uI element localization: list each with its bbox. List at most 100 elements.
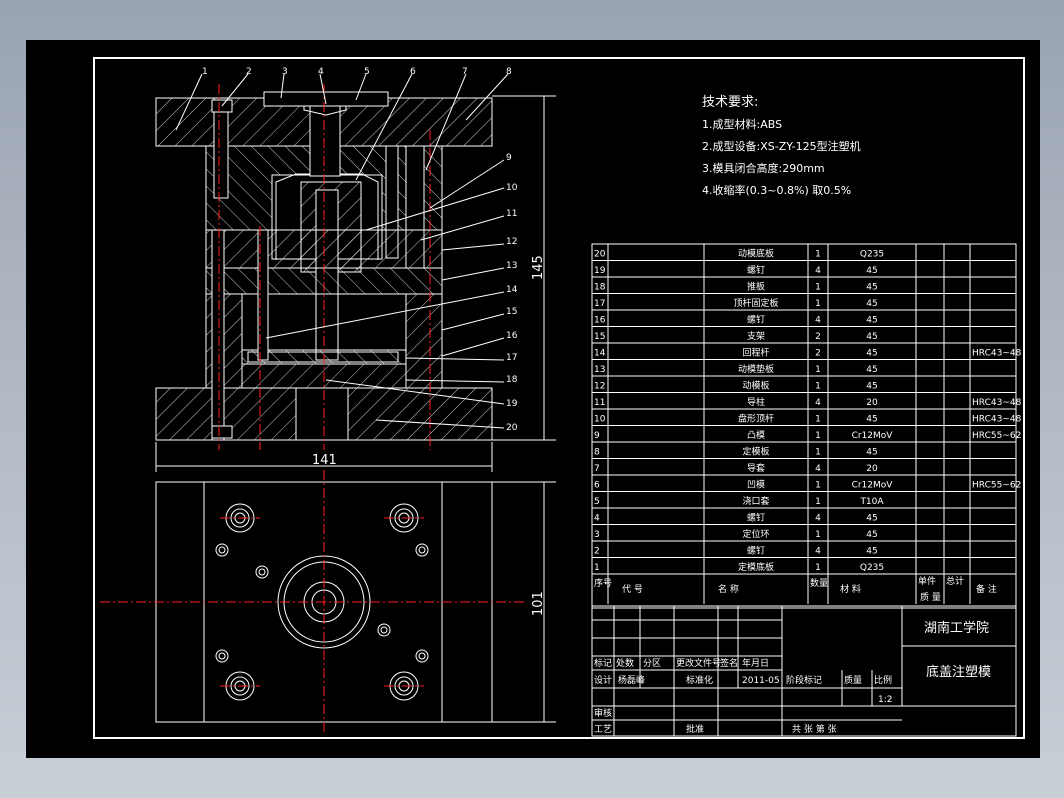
- tb-date: 2011-05: [742, 676, 780, 686]
- bom-row: 1 定模底板 1 Q235: [594, 561, 884, 573]
- callout-13: 13: [506, 261, 517, 271]
- bom-header-unit-weight: 单件: [918, 575, 936, 587]
- bom-cell-name: 螺钉: [747, 315, 765, 326]
- bom-cell-qty: 2: [815, 349, 821, 359]
- bom-cell-qty: 1: [815, 250, 821, 260]
- bom-cell-note: HRC43~48: [972, 349, 1022, 359]
- bom-cell-qty: 1: [815, 448, 821, 458]
- bom-cell-no: 14: [594, 349, 606, 359]
- bom-table: 20 动模底板 1 Q23519 螺钉 4 4518 推板 1 4517 顶杆固定板 1 4516 螺钉 4…: [591, 243, 1022, 609]
- callout-11: 11: [506, 209, 517, 219]
- bom-cell-no: 18: [594, 283, 606, 293]
- bom-cell-name: 支架: [747, 330, 765, 342]
- bom-cell-material: Cr12MoV: [852, 481, 894, 491]
- bom-cell-no: 13: [594, 365, 605, 375]
- tb-stage-mark: 阶段标记: [786, 674, 822, 686]
- bom-cell-no: 7: [594, 464, 600, 474]
- bom-row: 20 动模底板 1 Q235: [594, 248, 884, 260]
- bom-cell-no: 8: [594, 448, 600, 458]
- bom-cell-no: 17: [594, 299, 605, 309]
- bom-cell-no: 4: [594, 514, 600, 524]
- tb-date-label: 年月日: [742, 657, 769, 669]
- tech-requirements: 技术要求: 1.成型材料:ABS 2.成型设备:XS-ZY-125型注塑机 3.…: [702, 95, 861, 197]
- callout-3: 3: [282, 67, 288, 77]
- bom-row: 15 支架 2 45: [594, 330, 878, 342]
- bom-cell-qty: 1: [815, 563, 821, 573]
- bom-cell-material: 45: [866, 316, 877, 326]
- bom-cell-qty: 1: [815, 382, 821, 392]
- callout-16: 16: [506, 331, 518, 341]
- bom-header-no: 序号: [594, 577, 612, 589]
- bom-cell-qty: 2: [815, 332, 821, 342]
- bom-row: 4 螺钉 4 45: [594, 513, 878, 524]
- bom-cell-name: 盘形顶杆: [738, 413, 774, 425]
- tb-sheets: 共 张 第 张: [792, 723, 837, 735]
- bom-cell-material: Q235: [860, 250, 884, 260]
- callout-17: 17: [506, 353, 517, 363]
- plan-height-dimension: 101: [531, 591, 546, 616]
- bom-cell-no: 2: [594, 547, 600, 557]
- plan-view: [100, 470, 526, 734]
- tb-design: 设计: [594, 674, 612, 686]
- bom-cell-note: HRC55~62: [972, 431, 1021, 441]
- bom-cell-qty: 4: [815, 398, 821, 408]
- bom-cell-name: 回程杆: [742, 347, 769, 359]
- tb-approve: 批准: [686, 723, 704, 735]
- bom-row: 13 动模垫板 1 45: [594, 363, 878, 375]
- bom-cell-no: 3: [594, 530, 600, 540]
- bom-cell-name: 顶杆固定板: [733, 297, 778, 309]
- bom-cell-no: 1: [594, 563, 600, 573]
- bom-cell-no: 15: [594, 332, 605, 342]
- bom-cell-material: 45: [866, 365, 877, 375]
- bom-cell-material: 45: [866, 382, 877, 392]
- bom-cell-qty: 1: [815, 415, 821, 425]
- bom-cell-qty: 4: [815, 547, 821, 557]
- bom-cell-note: HRC55~62: [972, 481, 1021, 491]
- bom-header-qty: 数量: [810, 577, 828, 589]
- bom-cell-qty: 1: [815, 283, 821, 293]
- bom-header-weight: 质 量: [920, 591, 941, 603]
- bom-row: 17 顶杆固定板 1 45: [594, 297, 878, 309]
- tb-count: 处数: [616, 657, 634, 669]
- bom-cell-qty: 4: [815, 464, 821, 474]
- bom-cell-name: 凸模: [747, 430, 765, 441]
- cad-viewport[interactable]: 1 2 3 4 5 6 7 8 9 10 11 12 13 14 15 16 1…: [26, 40, 1040, 758]
- bom-cell-material: 45: [866, 266, 877, 276]
- tb-zone: 分区: [643, 658, 661, 669]
- bom-cell-name: 动模垫板: [738, 363, 774, 375]
- bom-row: 2 螺钉 4 45: [594, 546, 878, 557]
- callout-8: 8: [506, 67, 512, 77]
- bom-row: 7 导套 4 20: [594, 462, 878, 474]
- bom-row: 16 螺钉 4 45: [594, 315, 878, 326]
- bom-cell-name: 螺钉: [747, 546, 765, 557]
- bom-cell-qty: 1: [815, 431, 821, 441]
- school-name: 湖南工学院: [924, 620, 989, 636]
- bom-cell-material: 45: [866, 349, 877, 359]
- bom-cell-name: 定模板: [742, 446, 769, 458]
- tb-review: 审核: [594, 707, 612, 719]
- tb-scale: 1:2: [878, 695, 892, 705]
- bom-row: 12 动模板 1 45: [594, 380, 878, 392]
- bom-row: 18 推板 1 45: [594, 281, 878, 293]
- bom-cell-material: 45: [866, 299, 877, 309]
- bom-header-total-weight: 总计: [946, 575, 964, 587]
- bom-cell-qty: 4: [815, 316, 821, 326]
- bom-cell-name: 浇口套: [742, 495, 769, 507]
- bom-cell-material: 45: [866, 283, 877, 293]
- bom-cell-material: 20: [866, 464, 878, 474]
- bom-cell-material: 45: [866, 530, 877, 540]
- bom-cell-no: 10: [594, 415, 606, 425]
- bom-cell-material: 45: [866, 547, 877, 557]
- bom-cell-qty: 1: [815, 481, 821, 491]
- drawing-canvas: 1 2 3 4 5 6 7 8 9 10 11 12 13 14 15 16 1…: [93, 57, 1025, 739]
- bom-cell-no: 16: [594, 316, 606, 326]
- bom-cell-name: 凹模: [747, 480, 765, 491]
- tech-item-3: 3.模具闭合高度:290mm: [702, 161, 825, 175]
- bom-cell-material: Cr12MoV: [852, 431, 894, 441]
- bom-cell-note: HRC43~48: [972, 415, 1022, 425]
- bom-cell-material: 45: [866, 415, 877, 425]
- callout-4: 4: [318, 67, 324, 77]
- tb-change-doc: 更改文件号: [676, 657, 721, 669]
- tb-scale-label: 比例: [874, 674, 892, 686]
- bom-cell-no: 5: [594, 497, 600, 507]
